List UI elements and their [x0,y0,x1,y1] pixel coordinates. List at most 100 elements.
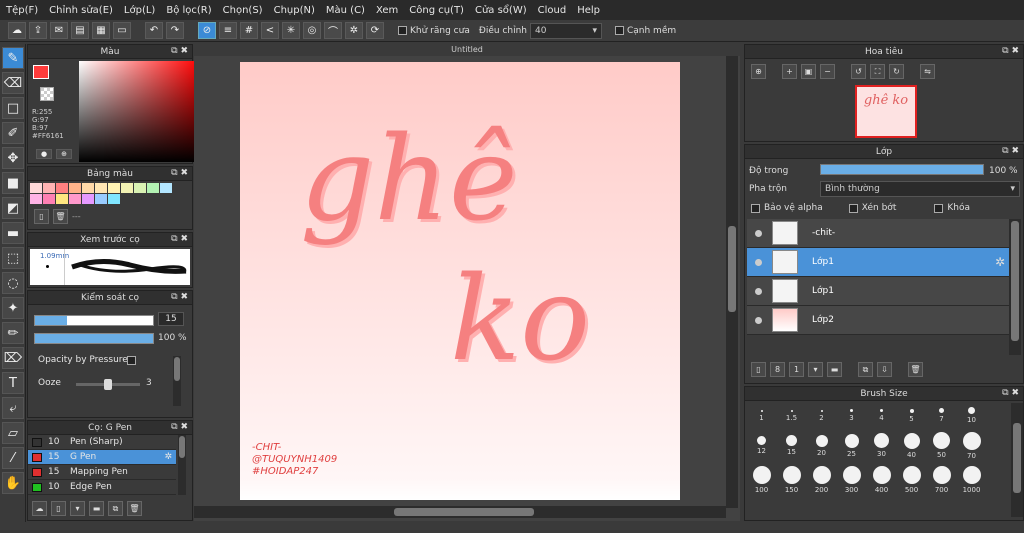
brush-size-cell[interactable]: 700 [927,463,956,496]
window-icon[interactable]: ▭ [113,22,131,39]
menu-item[interactable]: Bộ lọc(R) [166,5,211,16]
vanish-snap-icon[interactable]: < [261,22,279,39]
cross-snap-icon[interactable]: # [240,22,258,39]
brush-size-cell[interactable]: 30 [867,429,896,462]
bucket-tool-icon[interactable]: ◩ [2,197,24,219]
palette-swatch[interactable] [69,183,81,193]
palette-swatch[interactable] [56,194,68,204]
menu-item[interactable]: Công cụ(T) [409,5,464,16]
brush-size-cell[interactable]: 400 [867,463,896,496]
palette-swatch[interactable] [69,194,81,204]
layer-scrollbar[interactable] [1009,219,1021,355]
select-pen-icon[interactable]: ✏ [2,322,24,344]
gear-snap-icon[interactable]: ✲ [345,22,363,39]
palette-swatch[interactable] [30,183,42,193]
delete-brush-icon[interactable]: 🗑 [127,501,142,516]
comment-icon[interactable]: ✉ [50,22,68,39]
clipping-checkbox[interactable] [848,203,858,213]
fit-icon[interactable]: ▣ [801,64,816,79]
zoom-in-icon[interactable]: ⊕ [751,64,766,79]
new-palette-icon[interactable]: ▯ [34,209,49,224]
layer-row[interactable]: Lớp2 [747,306,1009,335]
brush-size-cell[interactable]: 20 [807,429,836,462]
palette-swatch[interactable] [30,194,42,204]
main-color-swatch[interactable] [33,65,49,79]
brush-size-cell[interactable]: 150 [777,463,806,496]
brush-size-cell[interactable]: 1000 [957,463,986,496]
drawing-canvas[interactable]: ghê ko -CHIT- @TUQUYNH1409 #HOIDAP247 [240,62,680,500]
eraser-tool-icon[interactable]: ⌫ [2,72,24,94]
duplicate-layer-icon[interactable]: ⧉ [858,362,873,377]
navigator-thumbnail[interactable]: ghê ko [855,85,917,138]
brush-size-cell[interactable]: 100 [747,463,776,496]
layer-opacity-slider[interactable] [820,164,984,175]
radial-snap-icon[interactable]: ✳ [282,22,300,39]
curve-snap-icon[interactable]: ⌒ [324,22,342,39]
antialias-checkbox[interactable] [398,26,407,35]
opacity-slider[interactable] [34,333,154,344]
menu-item[interactable]: Lớp(L) [124,5,155,16]
brush-size-cell[interactable]: 50 [927,429,956,462]
sub-color-swatch[interactable] [40,87,54,101]
layer-row[interactable]: -chit- [747,219,1009,248]
palette-swatch[interactable] [160,183,172,193]
brush-tool-icon[interactable]: ✎ [2,47,24,69]
grid-icon[interactable]: ▦ [92,22,110,39]
rotate-left-icon[interactable]: ↺ [851,64,866,79]
share-icon[interactable]: ⇪ [29,22,47,39]
brush-size-cell[interactable]: 300 [837,463,866,496]
menu-item[interactable]: Chụp(N) [274,5,315,16]
flip-icon[interactable]: ⇋ [920,64,935,79]
menu-item[interactable]: Chọn(S) [223,5,263,16]
opacity-pressure-checkbox[interactable] [127,356,136,365]
brush-item[interactable]: 15 G Pen ✲ [28,450,176,465]
duplicate-icon[interactable]: ⧉ [108,501,123,516]
adjust-select[interactable]: 40 ▾ [529,22,602,39]
merge-layer-icon[interactable]: ⇩ [877,362,892,377]
select-eraser-icon[interactable]: ⌦ [2,347,24,369]
palette-swatch[interactable] [43,183,55,193]
palette-swatch[interactable] [82,183,94,193]
no-snap-icon[interactable]: ⊘ [198,22,216,39]
brush-item[interactable]: 15 Mapping Pen [28,465,176,480]
blend-select[interactable]: Bình thường ▾ [820,181,1020,197]
palette-swatch[interactable] [95,194,107,204]
text-tool-icon[interactable]: T [2,372,24,394]
operation-tool-icon[interactable]: ⤶ [2,397,24,419]
canvas-hscroll[interactable] [194,506,726,518]
picker-icon[interactable]: ⊕ [56,149,72,159]
layer-row[interactable]: Lớp1 [747,277,1009,306]
new-layer-1bit-icon[interactable]: 1 [789,362,804,377]
parallel-snap-icon[interactable]: ≡ [219,22,237,39]
brush-item[interactable]: 10 Edge Pen [28,480,176,495]
menu-item[interactable]: Xem [376,5,398,16]
ooze-slider[interactable] [76,379,140,390]
brush-size-scrollbar[interactable] [1011,403,1023,517]
menu-item[interactable]: Tệp(F) [6,5,38,16]
divider-tool-icon[interactable]: ▱ [2,422,24,444]
delete-layer-icon[interactable]: 🗑 [908,362,923,377]
circle-snap-icon[interactable]: ◎ [303,22,321,39]
soft-edge-checkbox[interactable] [614,26,624,35]
zoom-out-icon[interactable]: − [820,64,835,79]
brush-size-cell[interactable]: 70 [957,429,986,462]
zoom-plus-icon[interactable]: + [782,64,797,79]
palette-swatch[interactable] [108,194,120,204]
brush-menu-icon[interactable]: ▾ [70,501,85,516]
brush-size-cell[interactable]: 1 [747,403,776,428]
marquee-tool-icon[interactable]: ⬚ [2,247,24,269]
delete-palette-icon[interactable]: 🗑 [53,209,68,224]
hand-tool-icon[interactable]: ✋ [2,472,24,494]
new-layer-8bit-icon[interactable]: 8 [770,362,785,377]
brush-scrollbar[interactable] [178,435,186,495]
brush-size-cell[interactable]: 200 [807,463,836,496]
cloud-brush-icon[interactable]: ☁ [32,501,47,516]
new-layer-icon[interactable]: ▯ [751,362,766,377]
brush-size-cell[interactable]: 10 [957,403,986,428]
menu-item[interactable]: Help [577,5,600,16]
saturation-value-picker[interactable] [79,61,200,162]
layer-folder-icon[interactable]: ▬ [827,362,842,377]
undo-icon[interactable]: ↶ [145,22,163,39]
cloud-icon[interactable]: ☁ [8,22,26,39]
layer-row[interactable]: Lớp1 ✲ [747,248,1009,277]
